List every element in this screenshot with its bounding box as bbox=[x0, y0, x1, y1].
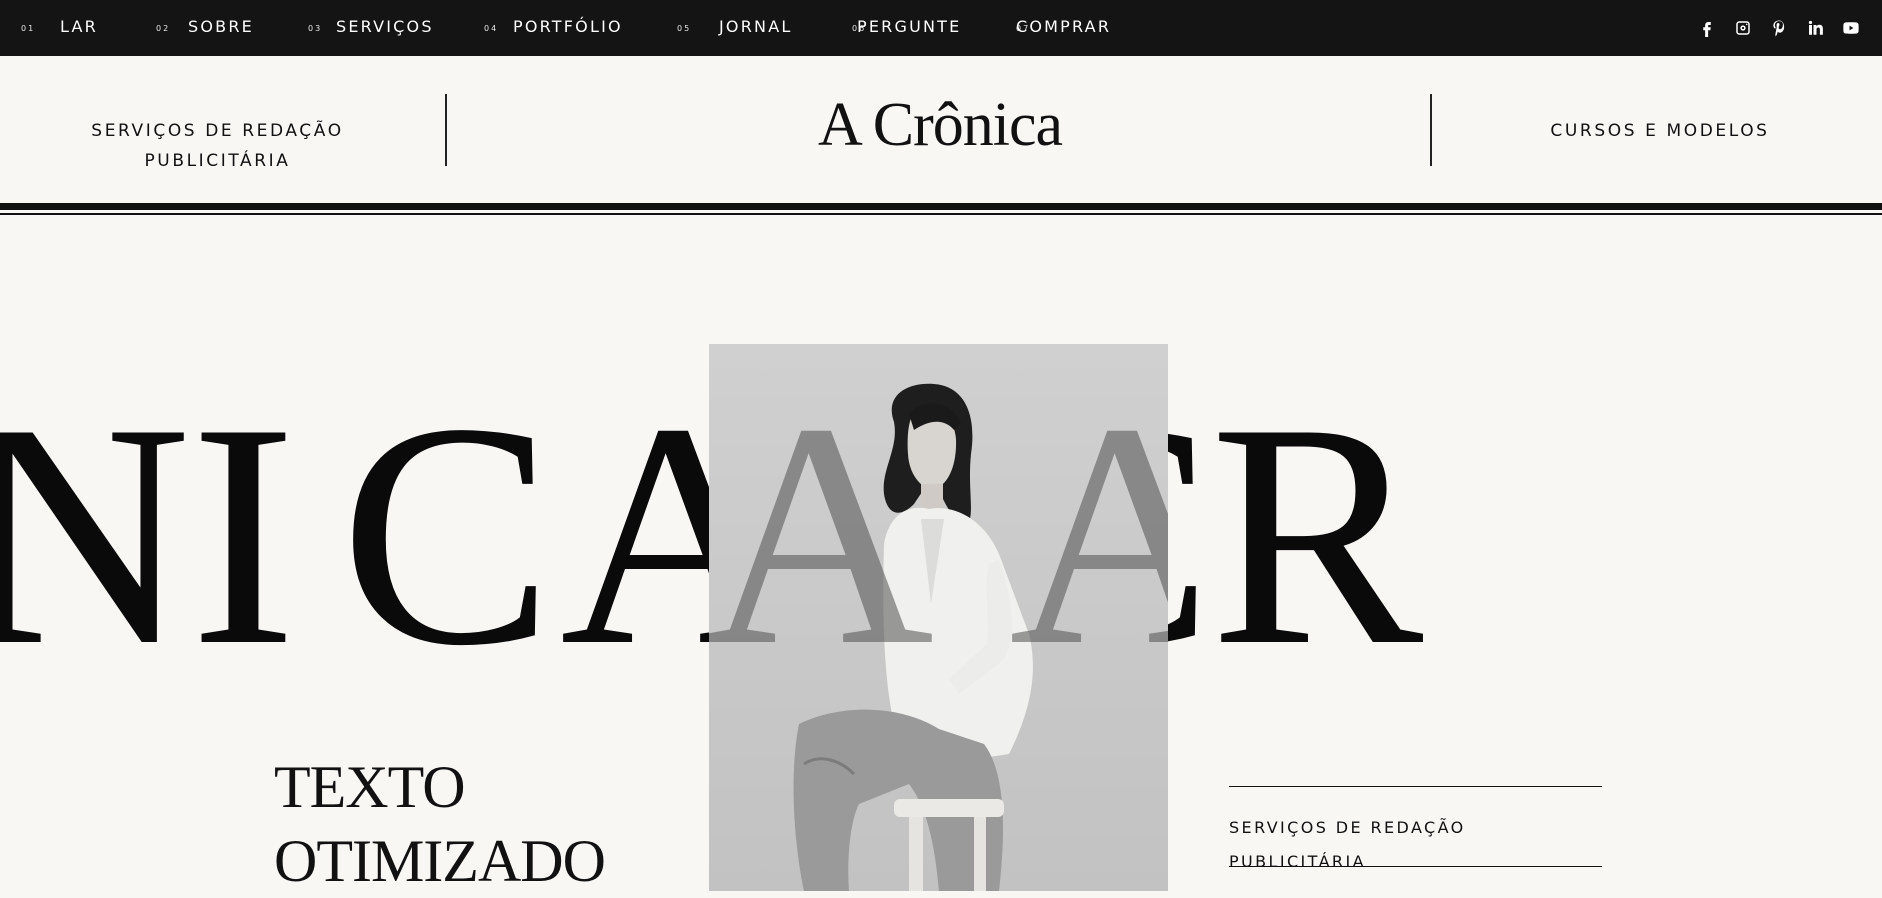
nav-label-servicos[interactable]: SERVIÇOS bbox=[336, 17, 434, 36]
marquee-letter: R bbox=[1210, 358, 1464, 712]
social-links bbox=[1696, 17, 1862, 39]
side-rule-bottom bbox=[1229, 866, 1602, 867]
pinterest-icon[interactable] bbox=[1768, 17, 1790, 39]
linkedin-icon[interactable] bbox=[1804, 17, 1826, 39]
masthead-rule-thick bbox=[0, 203, 1882, 210]
hero-headline: TEXTO OTIMIZADO bbox=[274, 750, 606, 898]
masthead: SERVIÇOS DE REDAÇÃO PUBLICITÁRIA A Crôni… bbox=[0, 56, 1882, 206]
side-link-text[interactable]: SERVIÇOS DE REDAÇÃO PUBLICITÁRIA bbox=[1229, 811, 1602, 879]
masthead-left-line1: SERVIÇOS DE REDAÇÃO bbox=[91, 121, 344, 141]
hero-side-link-block[interactable]: SERVIÇOS DE REDAÇÃO PUBLICITÁRIA bbox=[1229, 786, 1602, 879]
copywriting-services-link[interactable]: SERVIÇOS DE REDAÇÃO PUBLICITÁRIA bbox=[75, 116, 360, 176]
side-rule-top bbox=[1229, 786, 1602, 787]
nav-label-sobre[interactable]: SOBRE bbox=[188, 17, 254, 36]
masthead-rule-thin bbox=[0, 213, 1882, 215]
nav-label-portfolio[interactable]: PORTFÓLIO bbox=[513, 17, 623, 36]
masthead-divider bbox=[1430, 94, 1432, 166]
hero-portrait-image: A A bbox=[709, 344, 1168, 891]
masthead-left-line2: PUBLICITÁRIA bbox=[144, 151, 291, 171]
overlay-letter-a: A bbox=[709, 358, 935, 712]
nav-number: 03 bbox=[308, 24, 323, 33]
nav-label-lar[interactable]: LAR bbox=[60, 17, 98, 36]
instagram-icon[interactable] bbox=[1732, 17, 1754, 39]
youtube-icon[interactable] bbox=[1840, 17, 1862, 39]
top-navigation-bar: 01 LAR 02 SOBRE 03 SERVIÇOS 04 PORTFÓLIO… bbox=[0, 0, 1882, 56]
side-line2: PUBLICITÁRIA bbox=[1229, 852, 1366, 871]
hero-headline-line2: OTIMIZADO bbox=[274, 828, 606, 894]
side-line1: SERVIÇOS DE REDAÇÃO bbox=[1229, 818, 1466, 837]
nav-label-pergunte[interactable]: PERGUNTE bbox=[857, 17, 961, 36]
marquee-letter: C bbox=[340, 358, 594, 712]
site-title[interactable]: A Crônica bbox=[740, 90, 1140, 161]
nav-number: 04 bbox=[484, 24, 499, 33]
nav-number: 05 bbox=[677, 24, 692, 33]
nav-label-comprar[interactable]: COMPRAR bbox=[1016, 17, 1111, 36]
hero-headline-line1: TEXTO bbox=[274, 754, 466, 820]
nav-label-jornal[interactable]: JORNAL bbox=[719, 17, 792, 36]
marquee-letter: I bbox=[190, 358, 337, 712]
overlay-letter-a: A bbox=[1009, 358, 1168, 712]
courses-templates-link[interactable]: CURSOS E MODELOS bbox=[1490, 116, 1830, 146]
masthead-divider bbox=[445, 94, 447, 166]
nav-number: 02 bbox=[156, 24, 171, 33]
nav-number: 01 bbox=[21, 24, 36, 33]
facebook-icon[interactable] bbox=[1696, 17, 1718, 39]
